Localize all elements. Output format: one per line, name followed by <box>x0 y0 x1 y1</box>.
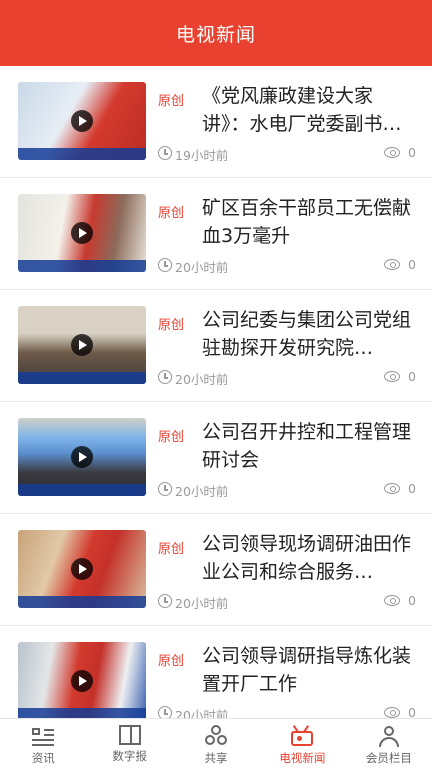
original-tag: 原创 <box>158 542 185 557</box>
play-icon[interactable] <box>71 334 93 356</box>
bottom-tab-bar: 资讯 数字报 共享 电视新闻 会员栏目 <box>0 718 432 768</box>
tab-label: 数字报 <box>112 749 147 763</box>
video-thumbnail[interactable] <box>18 194 146 272</box>
list-item[interactable]: 原创 矿区百余干部员工无偿献血3万毫升 20小时前 0 <box>0 178 432 290</box>
original-tag: 原创 <box>158 430 185 445</box>
video-thumbnail[interactable] <box>18 306 146 384</box>
tab-digital-paper[interactable]: 数字报 <box>86 719 172 768</box>
news-list[interactable]: 原创 《党风廉政建设大家讲》：水电厂党委副书记… 19小时前 0 原创 矿区百余… <box>0 66 432 718</box>
eye-icon <box>384 147 400 158</box>
tv-icon <box>289 725 315 747</box>
app-header: 电视新闻 <box>0 0 432 66</box>
page-title: 电视新闻 <box>175 23 256 46</box>
article-title[interactable]: 公司领导调研指导炼化装置开厂工作 <box>202 642 416 698</box>
article-title[interactable]: 矿区百余干部员工无偿献血3万毫升 <box>202 194 416 250</box>
video-thumbnail[interactable] <box>18 418 146 496</box>
play-icon[interactable] <box>71 446 93 468</box>
list-item[interactable]: 原创 公司纪委与集团公司党组驻勘探开发研究院… 20小时前 0 <box>0 290 432 402</box>
view-count: 0 <box>408 705 416 718</box>
clock-icon <box>158 258 172 272</box>
view-count: 0 <box>408 593 416 608</box>
eye-icon <box>384 707 400 718</box>
publish-time: 19小时前 <box>175 148 229 163</box>
clock-icon <box>158 370 172 384</box>
tab-member[interactable]: 会员栏目 <box>346 719 432 768</box>
play-icon[interactable] <box>71 558 93 580</box>
tab-news[interactable]: 资讯 <box>0 719 86 768</box>
list-item[interactable]: 原创 《党风廉政建设大家讲》：水电厂党委副书记… 19小时前 0 <box>0 66 432 178</box>
view-count: 0 <box>408 257 416 272</box>
tab-label: 共享 <box>204 751 228 765</box>
view-count: 0 <box>408 369 416 384</box>
publish-time: 20小时前 <box>175 484 229 499</box>
list-item[interactable]: 原创 公司领导调研指导炼化装置开厂工作 20小时前 0 <box>0 626 432 718</box>
article-title[interactable]: 公司纪委与集团公司党组驻勘探开发研究院… <box>202 306 416 362</box>
video-thumbnail[interactable] <box>18 642 146 718</box>
original-tag: 原创 <box>158 318 185 333</box>
eye-icon <box>384 595 400 606</box>
tab-label: 资讯 <box>31 751 55 765</box>
view-count: 0 <box>408 145 416 160</box>
newspaper-icon <box>118 725 141 745</box>
original-tag: 原创 <box>158 654 185 669</box>
video-thumbnail[interactable] <box>18 530 146 608</box>
news-icon <box>30 725 56 747</box>
article-title[interactable]: 公司召开井控和工程管理研讨会 <box>202 418 416 474</box>
tab-label: 会员栏目 <box>365 751 412 765</box>
clock-icon <box>158 706 172 718</box>
eye-icon <box>384 259 400 270</box>
play-icon[interactable] <box>71 670 93 692</box>
original-tag: 原创 <box>158 206 185 221</box>
publish-time: 20小时前 <box>175 596 229 611</box>
user-icon <box>376 725 402 747</box>
publish-time: 20小时前 <box>175 708 229 718</box>
clock-icon <box>158 146 172 160</box>
list-item[interactable]: 原创 公司领导现场调研油田作业公司和综合服务… 20小时前 0 <box>0 514 432 626</box>
view-count: 0 <box>408 481 416 496</box>
play-icon[interactable] <box>71 222 93 244</box>
play-icon[interactable] <box>71 110 93 132</box>
share-icon <box>203 725 229 747</box>
publish-time: 20小时前 <box>175 260 229 275</box>
publish-time: 20小时前 <box>175 372 229 387</box>
list-item[interactable]: 原创 公司召开井控和工程管理研讨会 20小时前 0 <box>0 402 432 514</box>
clock-icon <box>158 594 172 608</box>
tab-label: 电视新闻 <box>279 751 326 765</box>
article-title[interactable]: 《党风廉政建设大家讲》：水电厂党委副书记… <box>202 82 416 138</box>
eye-icon <box>384 371 400 382</box>
article-title[interactable]: 公司领导现场调研油田作业公司和综合服务… <box>202 530 416 586</box>
video-thumbnail[interactable] <box>18 82 146 160</box>
clock-icon <box>158 482 172 496</box>
eye-icon <box>384 483 400 494</box>
original-tag: 原创 <box>158 94 185 109</box>
tab-share[interactable]: 共享 <box>173 719 259 768</box>
tab-tv-news[interactable]: 电视新闻 <box>259 719 345 768</box>
